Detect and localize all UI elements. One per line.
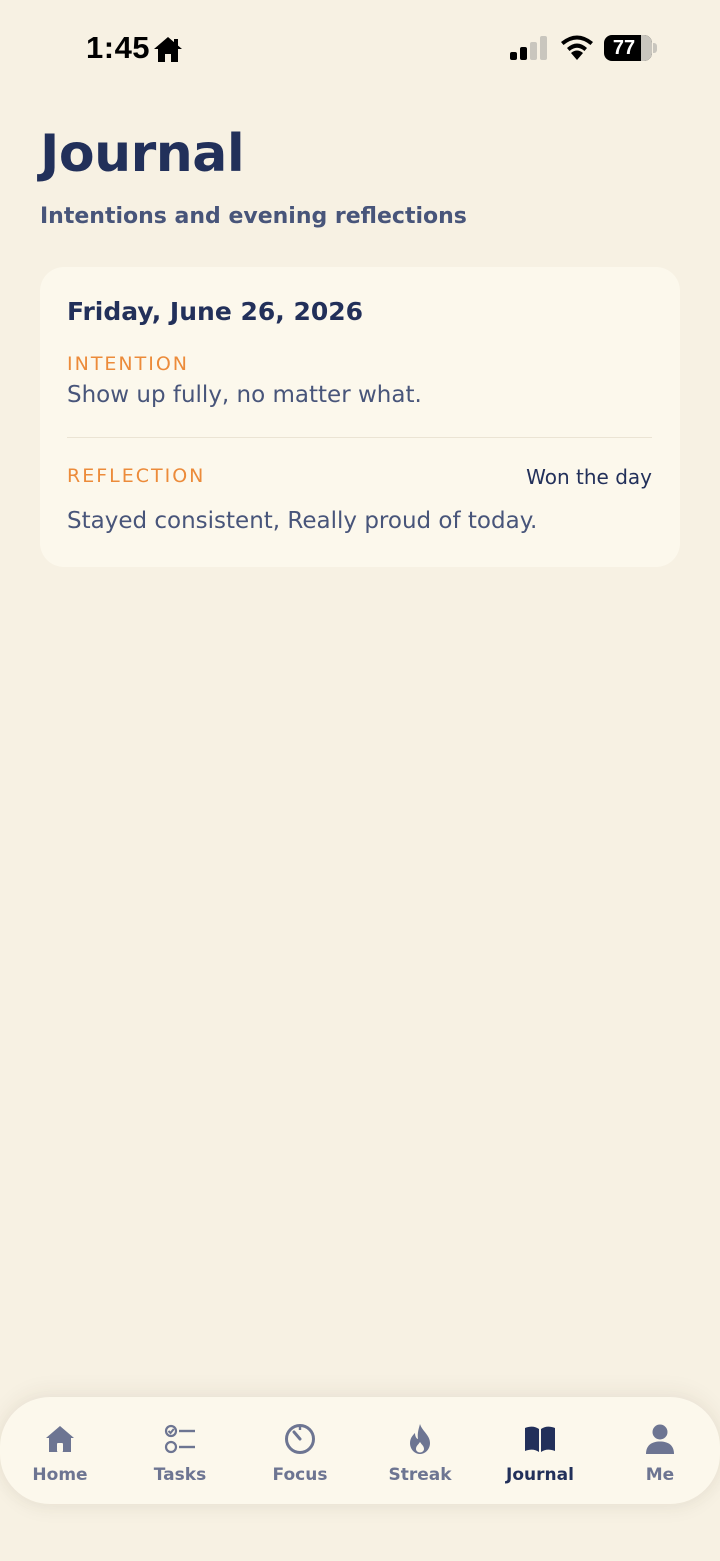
reflection-outcome: Won the day bbox=[526, 465, 652, 489]
nav-item-tasks[interactable]: Tasks bbox=[120, 1397, 240, 1504]
reflection-text: Stayed consistent, Really proud of today… bbox=[67, 508, 538, 534]
wifi-icon bbox=[561, 35, 593, 60]
journal-entry-card[interactable]: Friday, June 26, 2026 INTENTION Show up … bbox=[40, 267, 680, 567]
bottom-nav: Home Tasks Focus Streak Journal Me bbox=[0, 1397, 720, 1504]
nav-label-tasks: Tasks bbox=[153, 1465, 207, 1485]
nav-label-journal: Journal bbox=[506, 1465, 574, 1485]
page-title: Journal bbox=[40, 124, 245, 184]
cellular-signal-icon bbox=[510, 36, 547, 60]
nav-item-home[interactable]: Home bbox=[0, 1397, 120, 1504]
book-icon bbox=[525, 1426, 555, 1452]
reflection-label: REFLECTION bbox=[67, 465, 206, 487]
battery-icon: 77 bbox=[604, 35, 652, 61]
entry-divider bbox=[67, 437, 652, 438]
flame-icon bbox=[410, 1424, 430, 1454]
tasks-icon bbox=[164, 1424, 195, 1454]
nav-label-me: Me bbox=[645, 1465, 675, 1485]
intention-text: Show up fully, no matter what. bbox=[67, 382, 422, 408]
journal-screen: 1:45 77 Journal Intentions and evening r… bbox=[0, 0, 720, 1561]
nav-item-me[interactable]: Me bbox=[600, 1397, 720, 1504]
nav-item-focus[interactable]: Focus bbox=[240, 1397, 360, 1504]
status-time: 1:45 bbox=[86, 30, 151, 65]
nav-label-home: Home bbox=[32, 1465, 88, 1485]
nav-item-journal[interactable]: Journal bbox=[480, 1397, 600, 1504]
nav-label-streak: Streak bbox=[388, 1465, 452, 1485]
intention-label: INTENTION bbox=[67, 353, 190, 375]
page-subtitle: Intentions and evening reflections bbox=[40, 204, 467, 229]
nav-item-streak[interactable]: Streak bbox=[360, 1397, 480, 1504]
battery-cap bbox=[653, 43, 657, 53]
nav-label-focus: Focus bbox=[272, 1465, 328, 1485]
person-icon bbox=[646, 1424, 674, 1454]
timer-icon bbox=[285, 1424, 315, 1454]
home-status-icon bbox=[154, 37, 182, 62]
home-icon bbox=[46, 1426, 74, 1452]
entry-date: Friday, June 26, 2026 bbox=[67, 297, 364, 326]
battery-percentage: 77 bbox=[612, 37, 636, 59]
status-bar: 1:45 77 bbox=[0, 0, 720, 100]
